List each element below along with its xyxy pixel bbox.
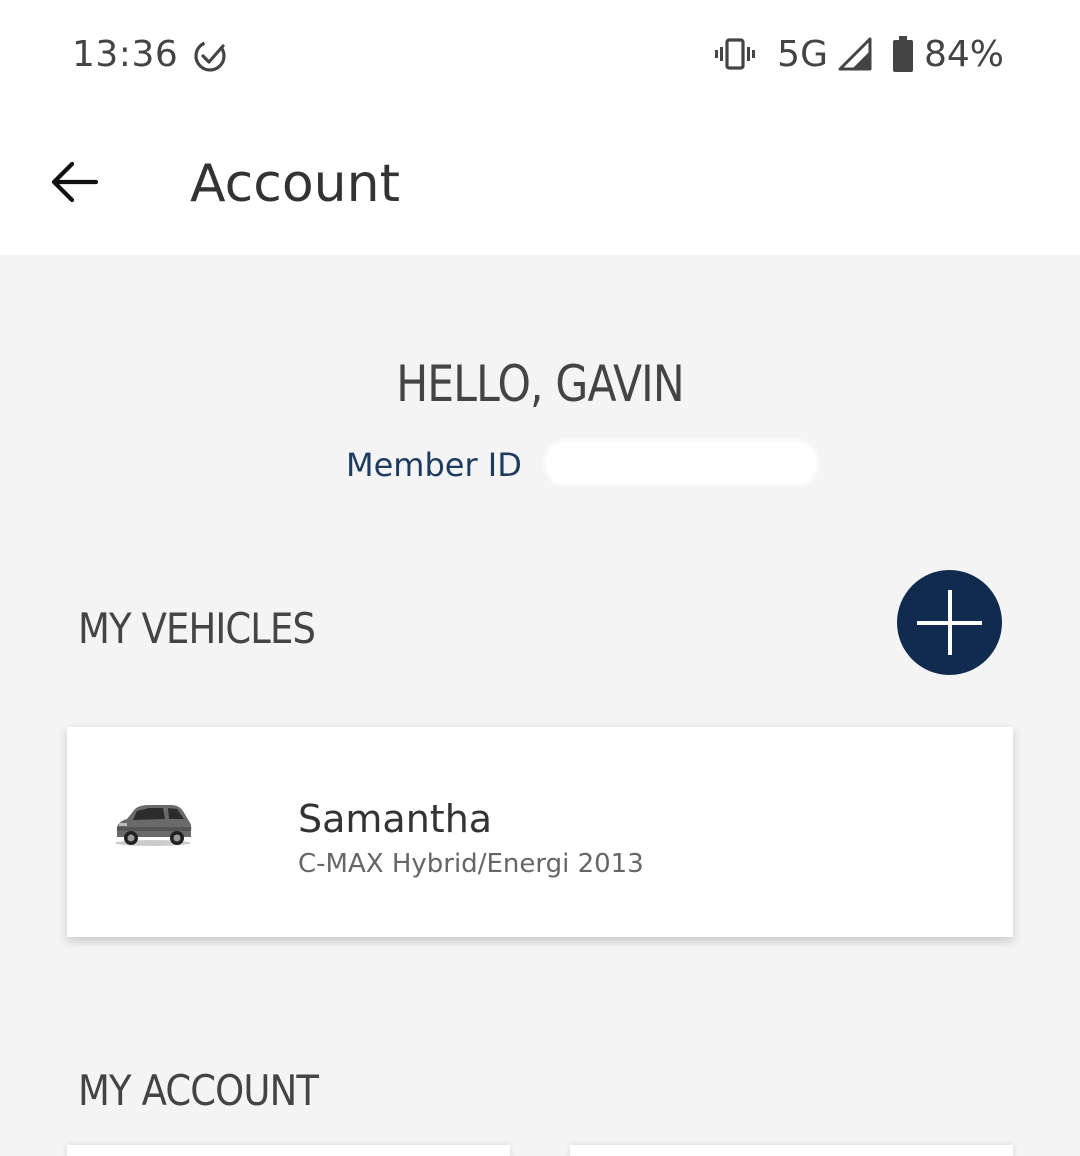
member-id-value-redacted: [544, 440, 818, 486]
battery-percent: 84%: [923, 33, 1004, 75]
check-circle-icon: [194, 40, 226, 72]
status-bar: 13:36 5G 84%: [0, 0, 1080, 110]
vehicle-name: Samantha: [298, 797, 493, 841]
app-bar: Account: [0, 110, 1080, 255]
vibrate-icon: [715, 38, 756, 70]
car-thumbnail: [115, 805, 192, 846]
account-tile[interactable]: [67, 1145, 510, 1156]
vehicle-card[interactable]: Samantha C-MAX Hybrid/Energi 2013: [67, 727, 1013, 937]
status-icons: 5G 84%: [715, 33, 1004, 75]
my-account-heading: MY ACCOUNT: [78, 1066, 319, 1115]
member-id-label: Member ID: [346, 446, 522, 484]
battery-icon: [892, 36, 913, 72]
account-tile[interactable]: [570, 1145, 1013, 1156]
status-time: 13:36: [72, 34, 179, 75]
page-title: Account: [190, 154, 400, 214]
my-vehicles-heading: MY VEHICLES: [78, 604, 316, 653]
greeting-heading: HELLO, GAVIN: [396, 355, 684, 413]
vehicle-model: C-MAX Hybrid/Energi 2013: [298, 849, 644, 879]
signal-icon: [838, 37, 872, 71]
network-type: 5G: [777, 33, 828, 75]
back-arrow-icon[interactable]: [48, 158, 100, 206]
add-vehicle-button[interactable]: [897, 570, 1002, 675]
